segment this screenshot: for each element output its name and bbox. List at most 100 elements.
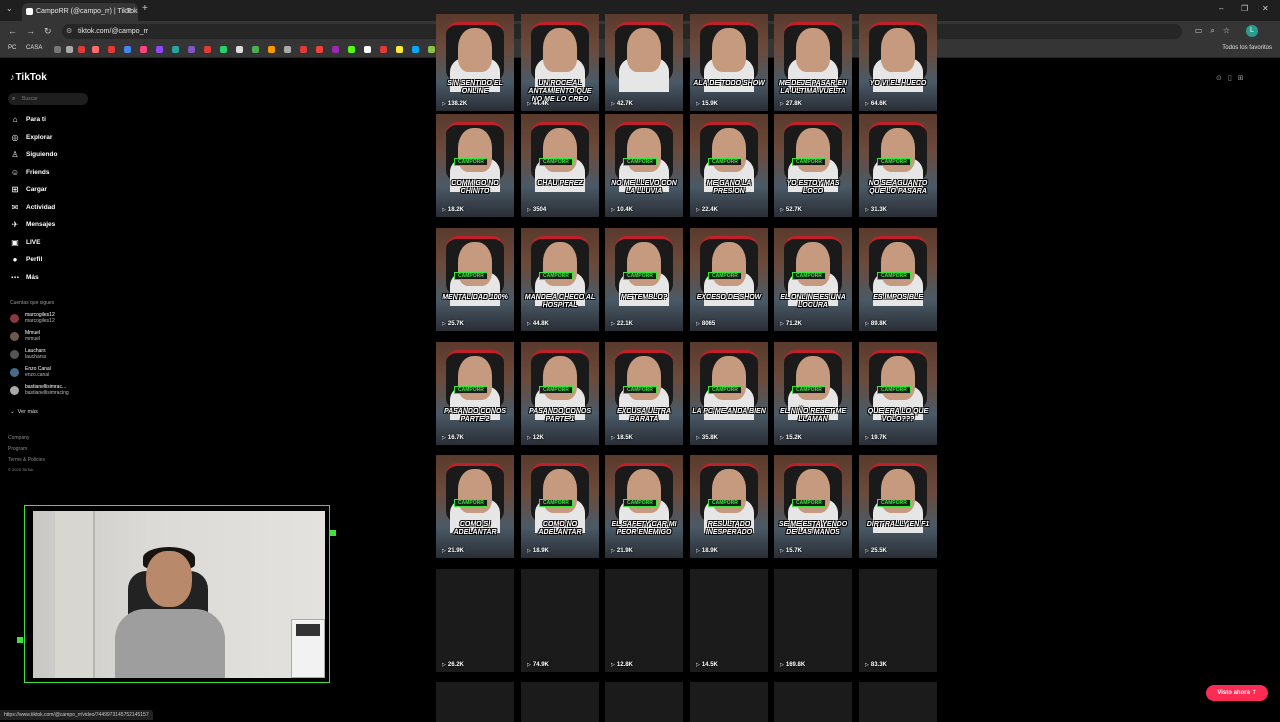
bookmark-icon[interactable] xyxy=(380,46,387,53)
video-card[interactable]: YO VI EL HUECO ▷ 64.6K xyxy=(859,14,937,111)
minimize-icon[interactable]: – xyxy=(1219,4,1223,13)
video-card-placeholder[interactable] xyxy=(521,682,599,722)
video-card[interactable]: CAMPORR EL SAFETY CAR MI PEOR ENEMIGO ▷ 21.… xyxy=(605,455,683,558)
bookmark-youtube-icon[interactable] xyxy=(78,46,85,53)
video-card[interactable]: ▷ 169.8K xyxy=(774,569,852,672)
video-card[interactable]: CAMPORR COMO NO ADELANTAR ▷ 18.9K xyxy=(521,455,599,558)
video-card[interactable]: CAMPORR EXCUSA ULTRA BARATA ▷ 18.5K xyxy=(605,342,683,445)
bookmark-icon[interactable] xyxy=(428,46,435,53)
bookmark-icon[interactable] xyxy=(92,46,99,53)
nav-item-friends[interactable]: ☺ Friends xyxy=(10,167,50,179)
video-card[interactable]: ▷ 83.3K xyxy=(859,569,937,672)
video-card[interactable]: ALA DE TODO SHOW ▷ 15.9K xyxy=(690,14,768,111)
bookmark-x-icon[interactable] xyxy=(364,46,371,53)
site-info-icon[interactable]: ⚙ xyxy=(66,24,72,39)
video-card[interactable]: CAMPORR COMO SI ADELANTAR ▷ 21.9K xyxy=(436,455,514,558)
video-card[interactable]: ▷ 74.9K xyxy=(521,569,599,672)
close-window-icon[interactable]: ✕ xyxy=(1262,4,1269,13)
video-card[interactable]: UN ROCE AL ANTAMIENTO QUE NO ME LO CREO ▷… xyxy=(521,14,599,111)
video-card[interactable]: CAMPORR SE ME ESTA YENDO DE LAS MANOS ▷ 15.… xyxy=(774,455,852,558)
bookmark-icon[interactable] xyxy=(252,46,259,53)
bookmark-icon[interactable] xyxy=(396,46,403,53)
video-card[interactable]: ME DEJE PASAR EN LA ÚLTIMA VUELTA ▷ 27.8K xyxy=(774,14,852,111)
footer-company[interactable]: Company xyxy=(8,435,29,441)
bookmark-icon[interactable] xyxy=(316,46,323,53)
profile-avatar[interactable]: L xyxy=(1246,25,1258,37)
reload-icon[interactable]: ↻ xyxy=(44,26,52,37)
nav-item-profile[interactable]: ● Perfil xyxy=(10,254,43,266)
bookmark-icon[interactable] xyxy=(188,46,195,53)
bookmark-twitch-icon[interactable] xyxy=(156,46,163,53)
video-card[interactable]: CAMPORR NO SE AGUANTO QUE LO PASARA ▷ 31.3K xyxy=(859,114,937,217)
browser-tab[interactable]: CampoRR (@campo_rr) | TikTok ✕ xyxy=(22,3,138,21)
watched-now-button[interactable]: Visto ahora ⇡ xyxy=(1206,685,1268,701)
bookmark-casa[interactable]: CASA xyxy=(26,45,42,51)
address-actions-icons[interactable]: ▭⌕☆ xyxy=(1195,26,1238,36)
nav-item-home[interactable]: ⌂ Para ti xyxy=(10,114,46,126)
forward-icon[interactable]: → xyxy=(26,26,35,36)
video-card-placeholder[interactable] xyxy=(605,682,683,722)
video-card[interactable]: ▷ 14.5K xyxy=(690,569,768,672)
video-card[interactable]: CAMPORR QUE ERA LO QUE VOLO??? ▷ 19.7K xyxy=(859,342,937,445)
nav-item-activity[interactable]: ✉ Actividad xyxy=(10,202,56,214)
video-card[interactable]: ▷ 26.2K xyxy=(436,569,514,672)
bookmark-grid-icon[interactable] xyxy=(54,46,61,53)
video-card[interactable]: CAMPORR EL ONLINE ES UNA LOCURA ▷ 71.2K xyxy=(774,228,852,331)
video-card[interactable]: CAMPORR ES IMPOSIBLE ▷ 89.8K xyxy=(859,228,937,331)
nav-item-messages[interactable]: ✈ Mensajes xyxy=(10,219,56,231)
close-tab-icon[interactable]: ✕ xyxy=(125,3,132,21)
video-card[interactable]: CAMPORR EXCESO DE SHOW ▷ 8065 xyxy=(690,228,768,331)
nav-item-upload[interactable]: ⊞ Cargar xyxy=(10,184,47,196)
bookmark-icon[interactable] xyxy=(172,46,179,53)
bookmark-icon[interactable] xyxy=(124,46,131,53)
video-card[interactable]: CAMPORR CHAU PEREZ ▷ 3504 xyxy=(521,114,599,217)
bookmark-whatsapp-icon[interactable] xyxy=(220,46,227,53)
see-more-link[interactable]: ⌄ Ver más xyxy=(10,409,38,415)
bookmark-icon[interactable] xyxy=(412,46,419,53)
nav-item-compass[interactable]: ◎ Explorar xyxy=(10,132,53,144)
video-card[interactable]: CAMPORR ME TEMBLO? ▷ 22.1K xyxy=(605,228,683,331)
bookmark-icon[interactable] xyxy=(268,46,275,53)
video-card-placeholder[interactable] xyxy=(859,682,937,722)
bookmark-icon[interactable] xyxy=(332,46,339,53)
bookmark-icon[interactable] xyxy=(300,46,307,53)
video-card[interactable]: CAMPORR NO ME LLEVO CON LA LLUVIA ▷ 10.4K xyxy=(605,114,683,217)
bookmark-icon[interactable] xyxy=(66,46,73,53)
video-card[interactable]: CAMPORR PASANDO CONOS PARTE 1 ▷ 12K xyxy=(521,342,599,445)
tab-menu-icon[interactable]: ⌄ xyxy=(6,4,13,13)
bookmark-icon[interactable] xyxy=(236,46,243,53)
restore-icon[interactable]: ❐ xyxy=(1241,4,1248,13)
nav-item-live[interactable]: ▣ LIVE xyxy=(10,237,40,249)
video-card-placeholder[interactable] xyxy=(774,682,852,722)
bookmark-icon[interactable] xyxy=(108,46,115,53)
video-card[interactable]: CAMPORR MENTALIDAD 100% ▷ 25.7K xyxy=(436,228,514,331)
video-card[interactable]: ▷ 12.8K xyxy=(605,569,683,672)
video-card[interactable]: CAMPORR EL NIÑO RESET ME LLAMAN ▷ 15.2K xyxy=(774,342,852,445)
bookmark-icon[interactable] xyxy=(284,46,291,53)
player-tool-icons[interactable]: ⊙▯⊞ xyxy=(1216,74,1250,82)
video-card[interactable]: CAMPORR YO ESTOY MAS LOCO ▷ 52.7K xyxy=(774,114,852,217)
video-card[interactable]: CAMPORR PASANDO CONOS PARTE 2 ▷ 16.7K xyxy=(436,342,514,445)
video-card-placeholder[interactable] xyxy=(436,682,514,722)
video-card[interactable]: CAMPORR ME GANO LA PRESION ▷ 22.4K xyxy=(690,114,768,217)
footer-program[interactable]: Program xyxy=(8,446,27,452)
video-card[interactable]: CAMPORR LA PC ME ANDA BIEN ▷ 35.8K xyxy=(690,342,768,445)
bookmark-pc[interactable]: PC xyxy=(8,45,16,51)
all-bookmarks[interactable]: Todos los favoritos xyxy=(1222,45,1272,51)
video-card[interactable]: CAMPORR COMMIGO NO CHINITO ▷ 18.2K xyxy=(436,114,514,217)
video-card[interactable]: CAMPORR RESULTADO INESPERADO ▷ 18.9K xyxy=(690,455,768,558)
search-input[interactable]: ⌕ Buscar xyxy=(8,93,88,105)
nav-item-more[interactable]: ⋯ Más xyxy=(10,272,39,284)
nav-item-following[interactable]: ♙ Siguiendo xyxy=(10,149,57,161)
bookmark-kick-icon[interactable] xyxy=(348,46,355,53)
video-card[interactable]: ▷ 42.7K xyxy=(605,14,683,111)
video-card[interactable]: SIN SENTIDO EL ONLINE ▷ 138.2K xyxy=(436,14,514,111)
video-card[interactable]: CAMPORR MANDE A CHECO AL HOSPITAL ▷ 44.8K xyxy=(521,228,599,331)
bookmark-icon[interactable] xyxy=(204,46,211,53)
footer-terms[interactable]: Terms & Policies xyxy=(8,457,45,463)
tiktok-logo[interactable]: ♪TikTok xyxy=(10,72,47,83)
new-tab-icon[interactable]: + xyxy=(142,3,148,14)
video-card-placeholder[interactable] xyxy=(690,682,768,722)
back-icon[interactable]: ← xyxy=(8,26,17,36)
bookmark-icon[interactable] xyxy=(140,46,147,53)
